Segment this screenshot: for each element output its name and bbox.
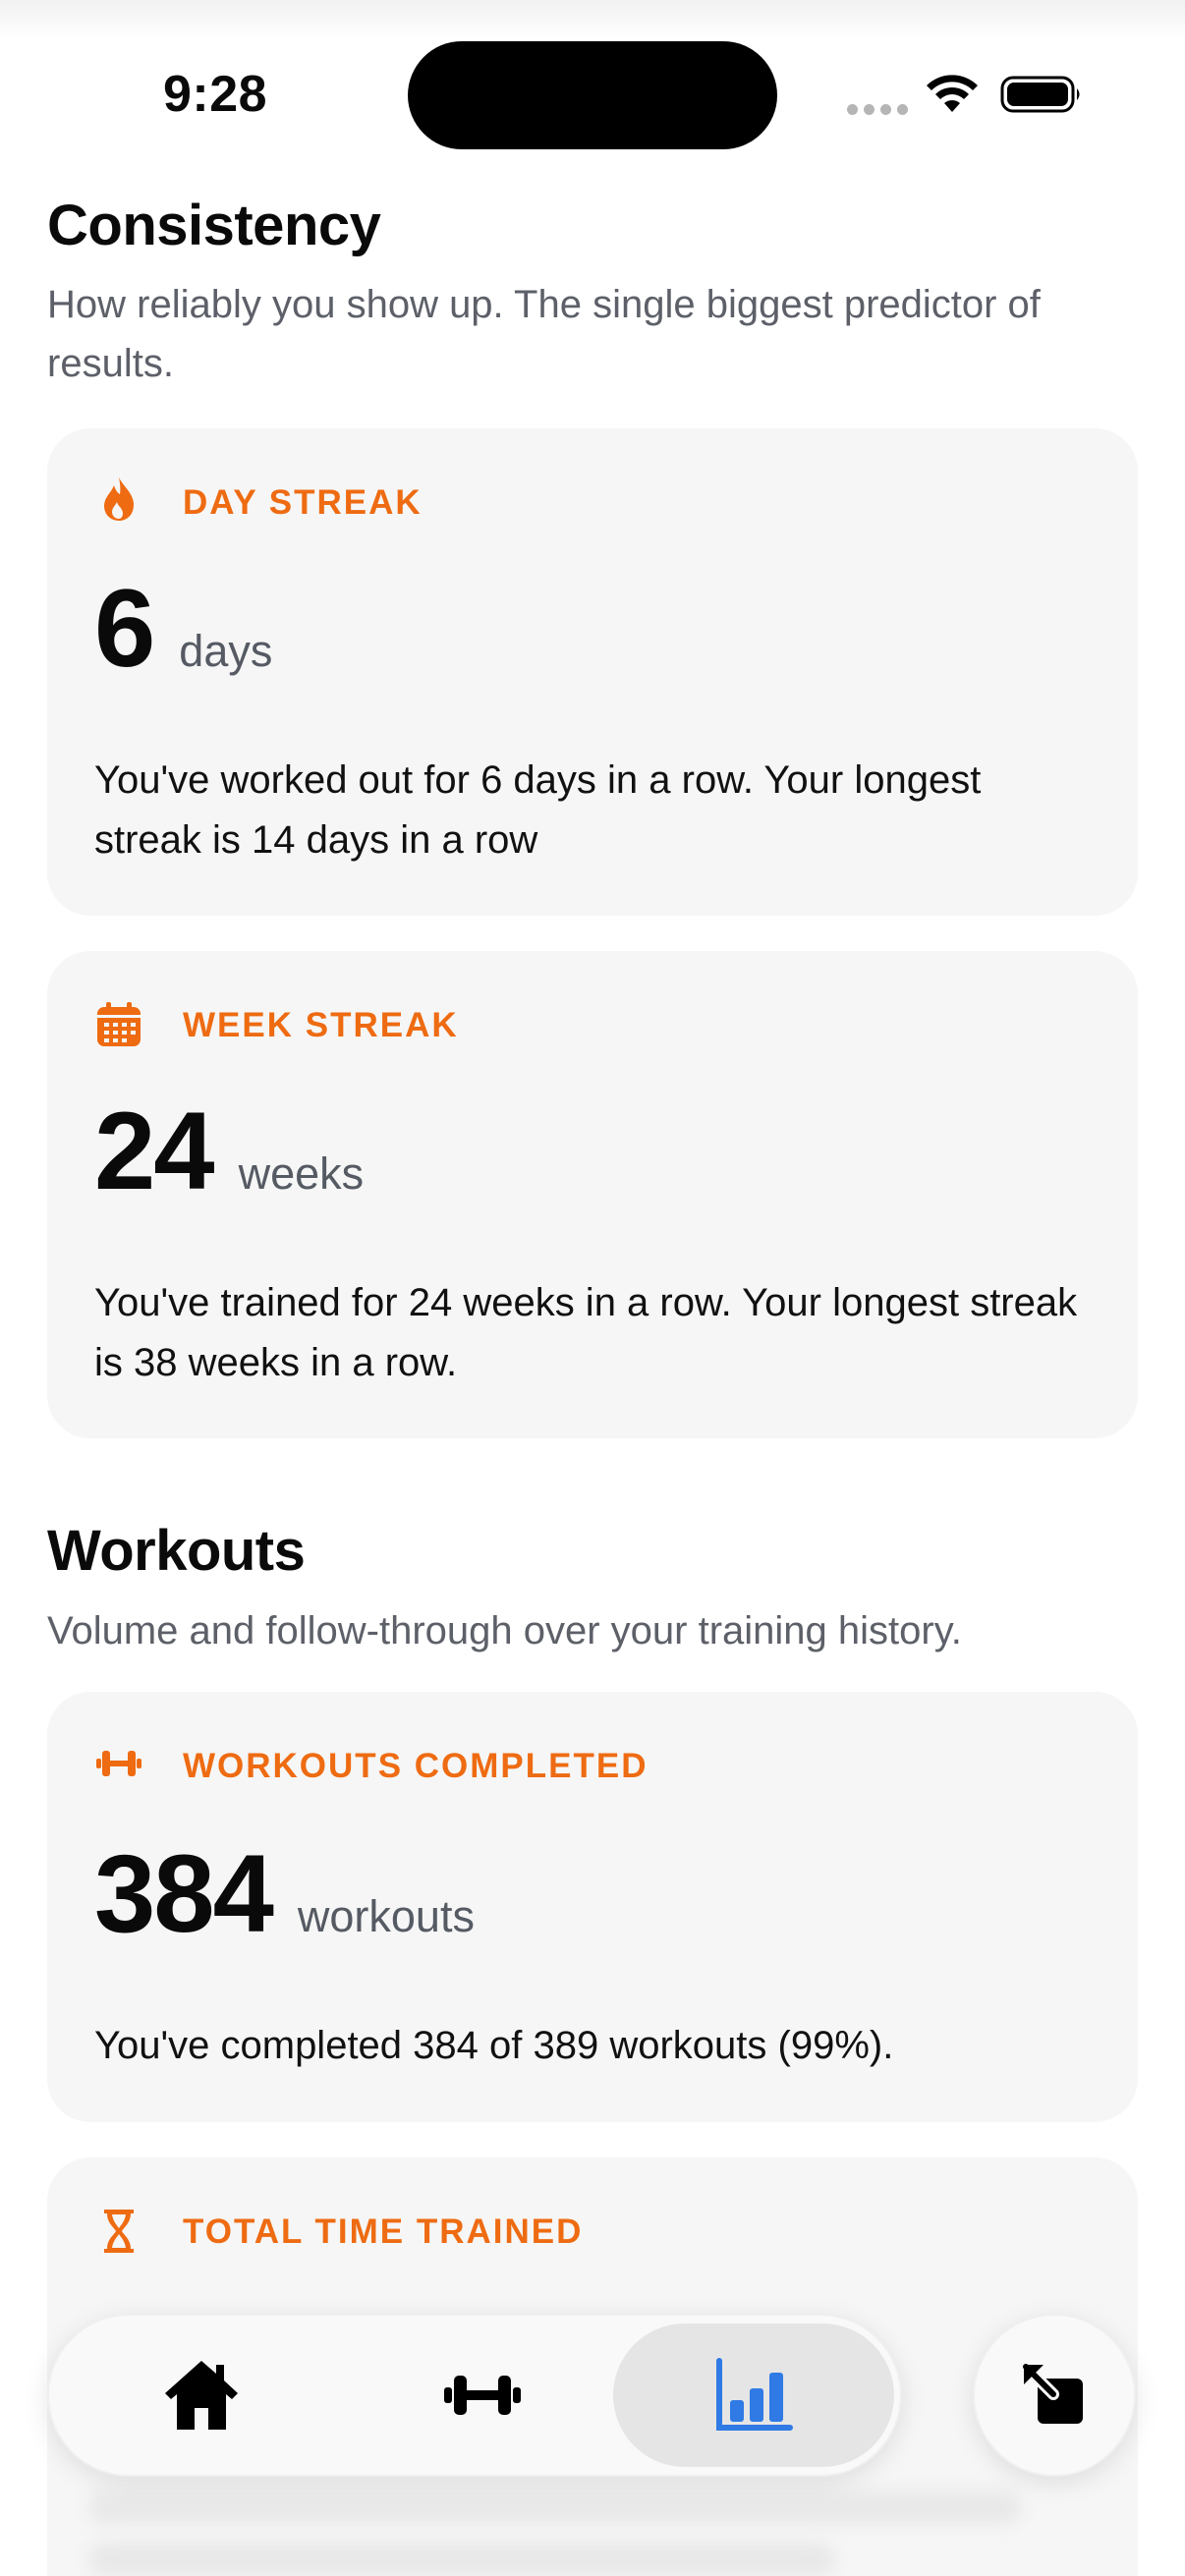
workouts-completed-value-row: 384 workouts	[94, 1839, 475, 1949]
day-streak-unit: days	[179, 626, 273, 676]
day-streak-label: DAY STREAK	[183, 483, 423, 522]
tab-stats[interactable]	[613, 2324, 894, 2467]
wifi-icon	[927, 75, 978, 112]
week-streak-card[interactable]: WEEK STREAK 24 weeks You've trained for …	[47, 951, 1138, 1438]
consistency-title: Consistency	[47, 194, 381, 257]
workouts-subtitle: Volume and follow-through over your trai…	[47, 1609, 962, 1652]
status-time: 9:28	[163, 66, 268, 123]
workouts-completed-card[interactable]: WORKOUTS COMPLETED 384 workouts You've c…	[47, 1692, 1138, 2122]
week-streak-description: You've trained for 24 weeks in a row. Yo…	[94, 1281, 1078, 1384]
day-streak-card[interactable]: DAY STREAK 6 days You've worked out for …	[47, 428, 1138, 916]
status-bar: 9:28	[0, 0, 1185, 149]
hourglass-icon	[104, 2210, 134, 2253]
tab-bar	[47, 2314, 902, 2477]
expand-arrow-icon	[1020, 2361, 1083, 2424]
blurred-content	[88, 2491, 1022, 2524]
week-streak-value: 24	[94, 1090, 215, 1212]
workouts-completed-unit: workouts	[297, 1891, 475, 1941]
workouts-completed-description: You've completed 384 of 389 workouts (99…	[94, 2024, 894, 2067]
blurred-content	[88, 2543, 835, 2576]
tab-home[interactable]	[61, 2324, 342, 2467]
calendar-icon	[97, 1002, 141, 1046]
day-streak-value-row: 6 days	[94, 574, 272, 684]
workouts-completed-value: 384	[94, 1832, 274, 1955]
bar-chart-icon	[716, 2358, 793, 2431]
week-streak-value-row: 24 weeks	[94, 1096, 364, 1206]
expand-button[interactable]	[973, 2314, 1136, 2477]
workouts-title: Workouts	[47, 1519, 306, 1583]
consistency-subtitle: How reliably you show up. The single big…	[47, 283, 1041, 385]
week-streak-unit: weeks	[238, 1148, 365, 1199]
total-time-label: TOTAL TIME TRAINED	[183, 2212, 584, 2251]
home-icon	[165, 2361, 238, 2430]
cellular-signal-icon	[847, 104, 908, 115]
flame-icon	[104, 477, 134, 521]
dumbbell-icon	[444, 2376, 521, 2415]
day-streak-description: You've worked out for 6 days in a row. Y…	[94, 758, 982, 862]
dynamic-island	[408, 41, 777, 149]
workouts-completed-label: WORKOUTS COMPLETED	[183, 1747, 649, 1785]
week-streak-label: WEEK STREAK	[183, 1006, 459, 1044]
dumbbell-icon	[96, 1751, 141, 1776]
battery-icon	[1000, 76, 1080, 113]
day-streak-value: 6	[94, 567, 155, 690]
tab-workouts[interactable]	[342, 2324, 623, 2467]
